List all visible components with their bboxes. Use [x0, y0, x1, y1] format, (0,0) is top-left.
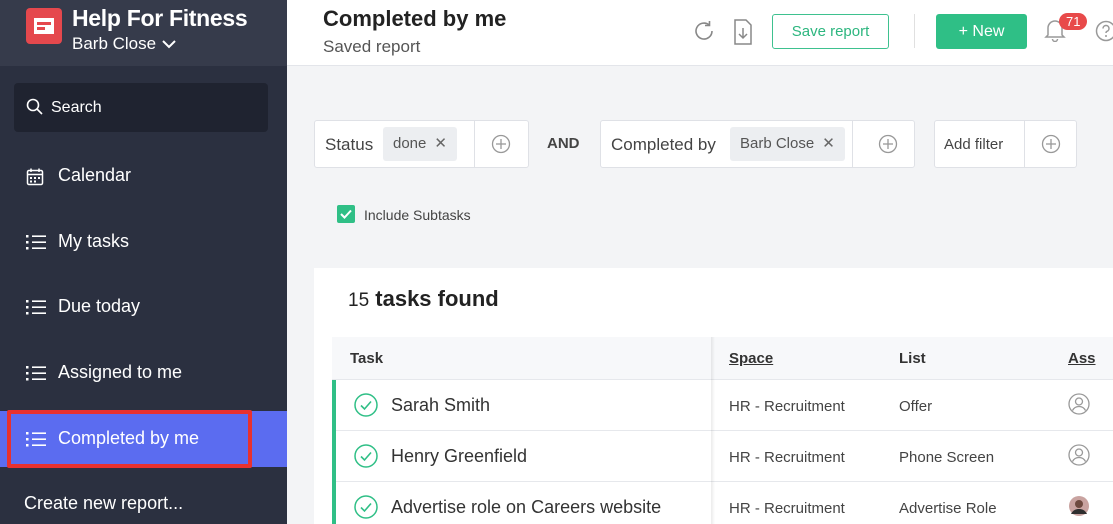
plus-icon: +: [958, 23, 973, 40]
sidebar: Help For Fitness Barb Close Search Calen…: [0, 0, 287, 524]
add-circle-icon[interactable]: [491, 134, 511, 159]
chevron-down-icon: [162, 34, 176, 54]
check-circle-icon[interactable]: [354, 393, 378, 422]
add-filter-label: Add filter: [944, 136, 1004, 153]
user-switcher[interactable]: Barb Close: [72, 34, 176, 54]
workspace-name: Help For Fitness: [72, 5, 248, 31]
list-icon: [26, 365, 46, 386]
results-count: 15 tasks found: [348, 286, 499, 312]
new-label: New: [972, 23, 1005, 40]
sidebar-item-due-today[interactable]: Due today: [0, 279, 287, 335]
completed-by-filter[interactable]: Completed by Barb Close ✕: [600, 120, 915, 168]
task-space: HR - Recruitment: [729, 449, 845, 466]
page-title: Completed by me: [323, 6, 507, 31]
divider: [1024, 121, 1025, 167]
column-assignee[interactable]: Ass: [1068, 350, 1096, 367]
refresh-icon[interactable]: [692, 19, 716, 48]
task-name[interactable]: Henry Greenfield: [391, 446, 527, 467]
task-space: HR - Recruitment: [729, 500, 845, 517]
table-row[interactable]: Advertise role on Careers website HR - R…: [332, 482, 1113, 524]
task-list: Phone Screen: [899, 449, 995, 466]
completed-by-chip-label: Barb Close: [740, 135, 815, 152]
sidebar-item-label: Calendar: [58, 165, 132, 185]
status-filter[interactable]: Status done ✕: [314, 120, 529, 168]
page-header: Completed by me Saved report Save report…: [287, 0, 1113, 66]
list-icon: [26, 299, 46, 320]
status-filter-label: Status: [325, 135, 374, 154]
include-subtasks-label: Include Subtasks: [364, 207, 471, 223]
calendar-icon: [26, 168, 44, 191]
sidebar-item-label: Assigned to me: [58, 362, 183, 382]
column-list[interactable]: List: [899, 350, 926, 367]
divider: [914, 14, 915, 48]
column-space[interactable]: Space: [729, 350, 773, 367]
export-icon[interactable]: [733, 19, 753, 50]
create-report-link[interactable]: Create new report...: [24, 493, 183, 514]
completed-by-filter-label: Completed by: [611, 135, 716, 154]
list-icon: [26, 234, 46, 255]
task-name[interactable]: Sarah Smith: [391, 395, 490, 416]
count-suffix: tasks found: [375, 286, 499, 311]
workspace-header[interactable]: Help For Fitness Barb Close: [0, 0, 287, 66]
table-row[interactable]: Henry Greenfield HR - Recruitment Phone …: [332, 431, 1113, 482]
status-bar: [332, 380, 336, 431]
add-filter[interactable]: Add filter: [934, 120, 1077, 168]
check-circle-icon[interactable]: [354, 495, 378, 524]
highlight-outline: [7, 410, 252, 468]
sidebar-item-my-tasks[interactable]: My tasks: [0, 214, 287, 270]
task-name[interactable]: Advertise role on Careers website: [391, 497, 661, 518]
status-bar: [332, 431, 336, 482]
task-list: Offer: [899, 398, 933, 415]
sidebar-item-assigned-to-me[interactable]: Assigned to me: [0, 345, 287, 401]
user-name: Barb Close: [72, 34, 157, 53]
search-icon: [26, 98, 44, 121]
table-row[interactable]: Sarah Smith HR - Recruitment Offer: [332, 380, 1113, 431]
sidebar-item-label: Due today: [58, 296, 141, 316]
column-task[interactable]: Task: [350, 350, 383, 367]
and-operator: AND: [547, 135, 580, 152]
user-icon[interactable]: [1068, 393, 1090, 420]
sidebar-item-label: My tasks: [58, 231, 130, 251]
search-label: Search: [51, 99, 102, 116]
status-chip[interactable]: done ✕: [383, 127, 457, 161]
column-divider-shadow: [711, 337, 715, 524]
sidebar-item-calendar[interactable]: Calendar: [0, 148, 287, 204]
close-icon[interactable]: ✕: [434, 135, 447, 152]
logo-icon: [26, 8, 62, 44]
task-list: Advertise Role: [899, 500, 997, 517]
close-icon[interactable]: ✕: [822, 135, 835, 152]
notification-badge: 71: [1059, 13, 1088, 30]
completed-by-chip[interactable]: Barb Close ✕: [730, 127, 845, 161]
new-button[interactable]: + New: [936, 14, 1027, 49]
search-button[interactable]: Search: [14, 83, 268, 132]
user-icon[interactable]: [1068, 444, 1090, 471]
check-circle-icon[interactable]: [354, 444, 378, 473]
include-subtasks-checkbox[interactable]: [337, 205, 355, 223]
count-number: 15: [348, 290, 370, 311]
task-space: HR - Recruitment: [729, 398, 845, 415]
status-chip-label: done: [393, 135, 427, 152]
save-report-button[interactable]: Save report: [772, 14, 889, 49]
results-panel: 15 tasks found Task Space List Ass Sarah…: [314, 268, 1113, 524]
help-icon[interactable]: [1095, 20, 1113, 47]
divider: [852, 121, 853, 167]
table-header: Task Space List Ass: [332, 337, 1113, 380]
status-bar: [332, 482, 336, 524]
avatar[interactable]: [1068, 495, 1090, 522]
divider: [474, 121, 475, 167]
add-circle-icon[interactable]: [1041, 134, 1061, 159]
page-subtitle: Saved report: [323, 37, 421, 56]
add-circle-icon[interactable]: [878, 134, 898, 159]
